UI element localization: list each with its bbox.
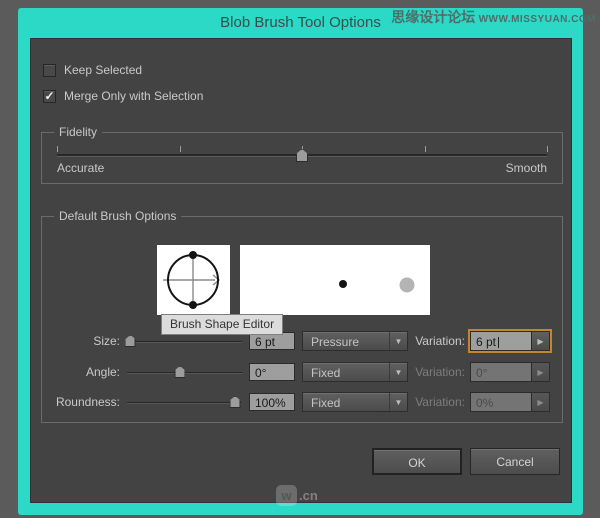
- slider-tick: [180, 146, 181, 152]
- angle-variation-label: Variation:: [402, 365, 465, 379]
- roundness-variation-input: 0%: [470, 392, 532, 412]
- roundness-row: Roundness: 100% Fixed ▼ Variation: 0% ▶: [42, 392, 564, 412]
- checkbox-label: Merge Only with Selection: [64, 89, 203, 103]
- angle-slider[interactable]: [127, 362, 242, 382]
- stepper-right-icon: ▶: [532, 392, 550, 412]
- watermark-logo-icon: w: [276, 485, 297, 506]
- angle-value-field[interactable]: 0°: [249, 363, 295, 381]
- watermark-site-name: 思缘设计论坛: [391, 9, 475, 25]
- text-caret: [498, 337, 499, 348]
- size-mode-dropdown[interactable]: Pressure ▼: [302, 331, 408, 351]
- slider-tick: [57, 146, 58, 152]
- angle-variation-field: 0° ▶: [470, 362, 550, 382]
- roundness-mode-dropdown[interactable]: Fixed ▼: [302, 392, 408, 412]
- brush-preview: [240, 245, 430, 315]
- checkbox-merge-only-with-selection[interactable]: ✓ Merge Only with Selection: [43, 89, 203, 103]
- roundness-label: Roundness:: [42, 395, 120, 409]
- checkbox-label: Keep Selected: [64, 63, 142, 77]
- roundness-variation-label: Variation:: [402, 395, 465, 409]
- size-label: Size:: [42, 334, 120, 348]
- default-brush-options-label: Default Brush Options: [54, 209, 181, 223]
- cancel-button[interactable]: Cancel: [470, 448, 560, 475]
- size-variation-label: Variation:: [402, 334, 465, 348]
- checkbox-keep-selected[interactable]: Keep Selected: [43, 63, 142, 77]
- roundness-slider-track[interactable]: [127, 402, 242, 404]
- slider-tick: [547, 146, 548, 152]
- watermark-top: 思缘设计论坛 WWW.MISSYUAN.COM: [391, 7, 596, 27]
- fidelity-slider-handle[interactable]: [296, 149, 308, 162]
- stepper-right-icon[interactable]: ▶: [532, 331, 550, 351]
- size-variation-input[interactable]: 6 pt: [470, 331, 532, 351]
- size-slider-handle[interactable]: [125, 335, 136, 347]
- angle-label: Angle:: [42, 365, 120, 379]
- size-variation-field[interactable]: 6 pt ▶: [470, 331, 550, 351]
- slider-tick: [425, 146, 426, 152]
- roundness-variation-field: 0% ▶: [470, 392, 550, 412]
- size-row: Size: 6 pt Pressure ▼ Variation: 6 pt ▶: [42, 331, 564, 351]
- checkbox-box-icon[interactable]: [43, 64, 56, 77]
- fidelity-group: Fidelity Accurate Smooth: [41, 132, 563, 184]
- checkmark-icon[interactable]: ✓: [43, 90, 56, 103]
- watermark-bottom-text: .cn: [299, 488, 318, 503]
- fidelity-slider-track[interactable]: [57, 154, 547, 157]
- brush-preview-dots-icon: [240, 245, 430, 315]
- dialog-body: Keep Selected ✓ Merge Only with Selectio…: [30, 38, 572, 503]
- angle-mode-dropdown[interactable]: Fixed ▼: [302, 362, 408, 382]
- roundness-value-field[interactable]: 100%: [249, 393, 295, 411]
- angle-row: Angle: 0° Fixed ▼ Variation: 0° ▶: [42, 362, 564, 382]
- angle-slider-handle[interactable]: [174, 366, 185, 378]
- size-slider-track[interactable]: [127, 341, 242, 343]
- fidelity-min-label: Accurate: [57, 161, 104, 175]
- ok-button[interactable]: OK: [372, 448, 462, 475]
- tooltip: Brush Shape Editor: [161, 314, 283, 335]
- angle-mode-value: Fixed: [303, 363, 389, 381]
- roundness-slider[interactable]: [127, 392, 242, 412]
- watermark-site-url: WWW.MISSYUAN.COM: [479, 14, 596, 25]
- watermark-bottom: w .cn: [276, 485, 318, 506]
- size-mode-value: Pressure: [303, 332, 389, 350]
- roundness-slider-handle[interactable]: [230, 396, 241, 408]
- fidelity-group-label: Fidelity: [54, 125, 102, 139]
- brush-shape-editor-icon: [157, 245, 230, 315]
- default-brush-options-group: Default Brush Options Brush Shape Edito: [41, 216, 563, 423]
- roundness-mode-value: Fixed: [303, 393, 389, 411]
- screenshot-stage: Blob Brush Tool Options 思缘设计论坛 WWW.MISSY…: [0, 0, 600, 518]
- fidelity-max-label: Smooth: [506, 161, 547, 175]
- angle-variation-input: 0°: [470, 362, 532, 382]
- stepper-right-icon: ▶: [532, 362, 550, 382]
- brush-shape-editor[interactable]: [157, 245, 230, 315]
